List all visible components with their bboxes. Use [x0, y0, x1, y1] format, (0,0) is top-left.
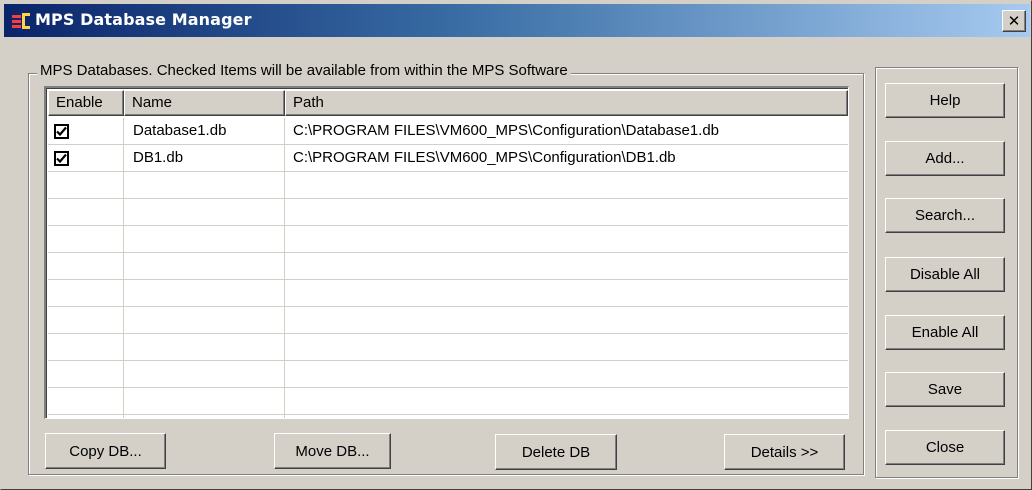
- empty-cell: [124, 172, 285, 198]
- empty-cell: [48, 172, 124, 198]
- copy-db-button[interactable]: Copy DB...: [45, 433, 166, 469]
- delete-db-button[interactable]: Delete DB: [495, 434, 617, 470]
- empty-cell: [285, 388, 848, 414]
- close-icon[interactable]: ✕: [1002, 10, 1026, 32]
- empty-row: [48, 199, 848, 226]
- empty-cell: [285, 172, 848, 198]
- enable-cell: [48, 118, 124, 144]
- empty-cell: [285, 199, 848, 225]
- empty-row: [48, 253, 848, 280]
- empty-row: [48, 172, 848, 199]
- empty-row: [48, 280, 848, 307]
- list-rows: Database1.db C:\PROGRAM FILES\VM600_MPS\…: [48, 118, 848, 418]
- name-cell: Database1.db: [124, 118, 285, 144]
- empty-cell: [285, 307, 848, 333]
- empty-cell: [48, 307, 124, 333]
- search-button[interactable]: Search...: [885, 198, 1005, 233]
- path-cell: C:\PROGRAM FILES\VM600_MPS\Configuration…: [293, 122, 720, 139]
- list-header: Enable Name Path: [48, 90, 848, 116]
- table-row[interactable]: Database1.db C:\PROGRAM FILES\VM600_MPS\…: [48, 118, 848, 145]
- empty-row: [48, 334, 848, 361]
- move-db-button[interactable]: Move DB...: [274, 433, 391, 469]
- empty-cell: [48, 334, 124, 360]
- empty-cell: [48, 199, 124, 225]
- details-button[interactable]: Details >>: [724, 434, 845, 470]
- empty-cell: [285, 361, 848, 387]
- disable-all-button[interactable]: Disable All: [885, 257, 1005, 292]
- enable-checkbox[interactable]: [54, 123, 69, 139]
- empty-row: [48, 307, 848, 334]
- empty-cell: [124, 226, 285, 252]
- table-row[interactable]: DB1.db C:\PROGRAM FILES\VM600_MPS\Config…: [48, 145, 848, 172]
- name-cell: DB1.db: [124, 145, 285, 171]
- empty-cell: [124, 415, 285, 418]
- enable-checkbox[interactable]: [54, 150, 69, 166]
- empty-row: [48, 226, 848, 253]
- empty-cell: [285, 280, 848, 306]
- empty-cell: [124, 280, 285, 306]
- empty-cell: [48, 253, 124, 279]
- empty-cell: [285, 253, 848, 279]
- mps-app-icon: [12, 13, 30, 29]
- empty-cell: [48, 388, 124, 414]
- column-header-name[interactable]: Name: [124, 90, 285, 116]
- empty-cell: [48, 361, 124, 387]
- empty-cell: [124, 253, 285, 279]
- add-button[interactable]: Add...: [885, 141, 1005, 176]
- empty-cell: [285, 415, 848, 418]
- column-header-path[interactable]: Path: [285, 90, 848, 116]
- empty-cell: [124, 334, 285, 360]
- empty-row: [48, 388, 848, 415]
- empty-cell: [124, 307, 285, 333]
- column-header-enable[interactable]: Enable: [48, 90, 124, 116]
- empty-cell: [48, 280, 124, 306]
- window-title: MPS Database Manager: [35, 10, 252, 29]
- empty-cell: [124, 199, 285, 225]
- enable-cell: [48, 145, 124, 171]
- title-bar[interactable]: MPS Database Manager ✕: [4, 4, 1030, 37]
- databases-group-label: MPS Databases. Checked Items will be ava…: [37, 62, 571, 79]
- help-button[interactable]: Help: [885, 83, 1005, 118]
- database-manager-window: MPS Database Manager ✕ MPS Databases. Ch…: [0, 0, 1032, 490]
- path-cell: C:\PROGRAM FILES\VM600_MPS\Configuration…: [293, 149, 676, 166]
- empty-row: [48, 415, 848, 418]
- empty-cell: [48, 415, 124, 418]
- checkmark-icon: [56, 153, 67, 163]
- empty-cell: [124, 361, 285, 387]
- empty-row: [48, 361, 848, 388]
- enable-all-button[interactable]: Enable All: [885, 315, 1005, 350]
- empty-cell: [285, 334, 848, 360]
- empty-cell: [124, 388, 285, 414]
- save-button[interactable]: Save: [885, 372, 1005, 407]
- empty-cell: [285, 226, 848, 252]
- checkmark-icon: [56, 126, 67, 136]
- close-button[interactable]: Close: [885, 430, 1005, 465]
- databases-list[interactable]: Enable Name Path Database1.db C:\PROGRAM…: [44, 86, 849, 419]
- empty-cell: [48, 226, 124, 252]
